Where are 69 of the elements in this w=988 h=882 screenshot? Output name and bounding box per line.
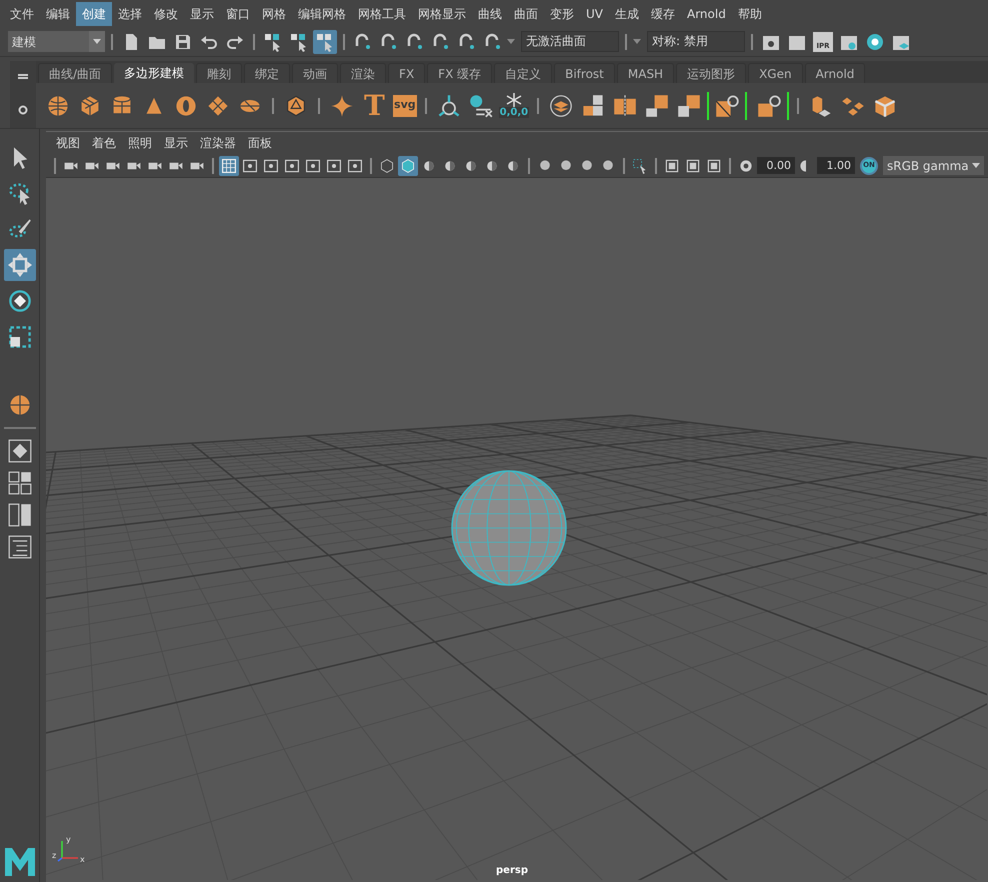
shelf-tab[interactable]: 绑定 bbox=[244, 63, 290, 83]
shelf-tab[interactable]: XGen bbox=[748, 63, 803, 83]
axis-label: x bbox=[80, 856, 85, 864]
snowflake-icon bbox=[506, 93, 522, 107]
outliner-icon[interactable] bbox=[6, 533, 34, 561]
menu-item[interactable]: 网格工具 bbox=[352, 2, 412, 26]
menu-item[interactable]: 窗口 bbox=[220, 2, 256, 26]
menu-item[interactable]: 编辑 bbox=[40, 2, 76, 26]
live-surface-field[interactable]: 无激活曲面 bbox=[521, 31, 619, 52]
freeze-transform-button[interactable]: 0,0,0 bbox=[498, 93, 529, 118]
grid-icon[interactable] bbox=[219, 156, 239, 176]
shelf-tab[interactable]: 动画 bbox=[292, 63, 338, 83]
menu-item[interactable]: 曲线 bbox=[472, 2, 508, 26]
menu-item[interactable]: 显示 bbox=[184, 2, 220, 26]
layout-icon[interactable] bbox=[6, 501, 34, 529]
shelf-tab[interactable]: FX bbox=[388, 63, 426, 83]
caret-icon bbox=[972, 163, 980, 168]
caret-icon bbox=[507, 39, 515, 44]
mode-dropdown[interactable]: 建模 bbox=[8, 31, 105, 52]
menu-item[interactable]: 创建 bbox=[76, 2, 112, 26]
caret-icon bbox=[89, 31, 105, 52]
menu-icon[interactable] bbox=[18, 74, 28, 79]
menu-item[interactable]: Arnold bbox=[681, 2, 732, 26]
menu-item[interactable]: 帮助 bbox=[732, 2, 768, 26]
3d-viewport[interactable]: y z x persp bbox=[46, 178, 988, 882]
axis-label: z bbox=[52, 852, 56, 860]
shelf-tab[interactable]: 运动图形 bbox=[676, 63, 746, 83]
shelf-tab[interactable]: 多边形建模 bbox=[114, 63, 194, 83]
color-space-dropdown[interactable]: sRGB gamma bbox=[883, 156, 984, 175]
viewport-menu-item[interactable]: 渲染器 bbox=[194, 134, 242, 152]
menu-item[interactable]: 选择 bbox=[112, 2, 148, 26]
viewport-menu-item[interactable]: 照明 bbox=[122, 134, 158, 152]
type-tool-icon[interactable]: T bbox=[360, 92, 389, 120]
settings-icon[interactable] bbox=[18, 105, 28, 115]
symmetry-field[interactable]: 对称: 禁用 bbox=[647, 31, 745, 52]
menu-item[interactable]: 缓存 bbox=[645, 2, 681, 26]
menu-item[interactable]: 修改 bbox=[148, 2, 184, 26]
viewport-menu-item[interactable]: 着色 bbox=[86, 134, 122, 152]
menu-item[interactable]: 文件 bbox=[4, 2, 40, 26]
axis-gizmo-icon bbox=[56, 838, 80, 864]
layout-icon[interactable] bbox=[6, 437, 34, 465]
menu-item[interactable]: 网格 bbox=[256, 2, 292, 26]
menu-item[interactable]: 生成 bbox=[609, 2, 645, 26]
axis-label: y bbox=[66, 836, 71, 844]
app-logo-icon bbox=[2, 846, 36, 878]
menu-item[interactable]: 变形 bbox=[544, 2, 580, 26]
shelf-tab[interactable]: Arnold bbox=[804, 63, 866, 83]
viewport-menu-item[interactable]: 面板 bbox=[242, 134, 278, 152]
camera-label: persp bbox=[496, 864, 528, 878]
viewport-menu-item[interactable]: 视图 bbox=[50, 134, 86, 152]
viewport-menu-item[interactable]: 显示 bbox=[158, 134, 194, 152]
menu-item[interactable]: 编辑网格 bbox=[292, 2, 352, 26]
shelf-tab[interactable]: Bifrost bbox=[554, 63, 615, 83]
gamma-field[interactable]: 1.00 bbox=[817, 157, 855, 174]
exposure-field[interactable]: 0.00 bbox=[757, 157, 795, 174]
menu-item[interactable]: 曲面 bbox=[508, 2, 544, 26]
layout-icon[interactable] bbox=[6, 469, 34, 497]
shelf-tab[interactable]: 雕刻 bbox=[196, 63, 242, 83]
menu-item[interactable]: 网格显示 bbox=[412, 2, 472, 26]
menu-item[interactable]: UV bbox=[580, 2, 609, 26]
shelf-tab[interactable]: 曲线/曲面 bbox=[38, 63, 112, 83]
shelf-tab[interactable]: 渲染 bbox=[340, 63, 386, 83]
component-mask-icon[interactable] bbox=[313, 30, 337, 54]
caret-icon bbox=[633, 39, 641, 44]
shaded-cube-icon[interactable] bbox=[398, 156, 418, 176]
shelf-tab[interactable]: FX 缓存 bbox=[427, 63, 492, 83]
shelf-tab[interactable]: MASH bbox=[616, 63, 674, 83]
shelf-tab[interactable]: 自定义 bbox=[494, 63, 552, 83]
svg-tool-icon[interactable]: svg bbox=[392, 94, 417, 116]
